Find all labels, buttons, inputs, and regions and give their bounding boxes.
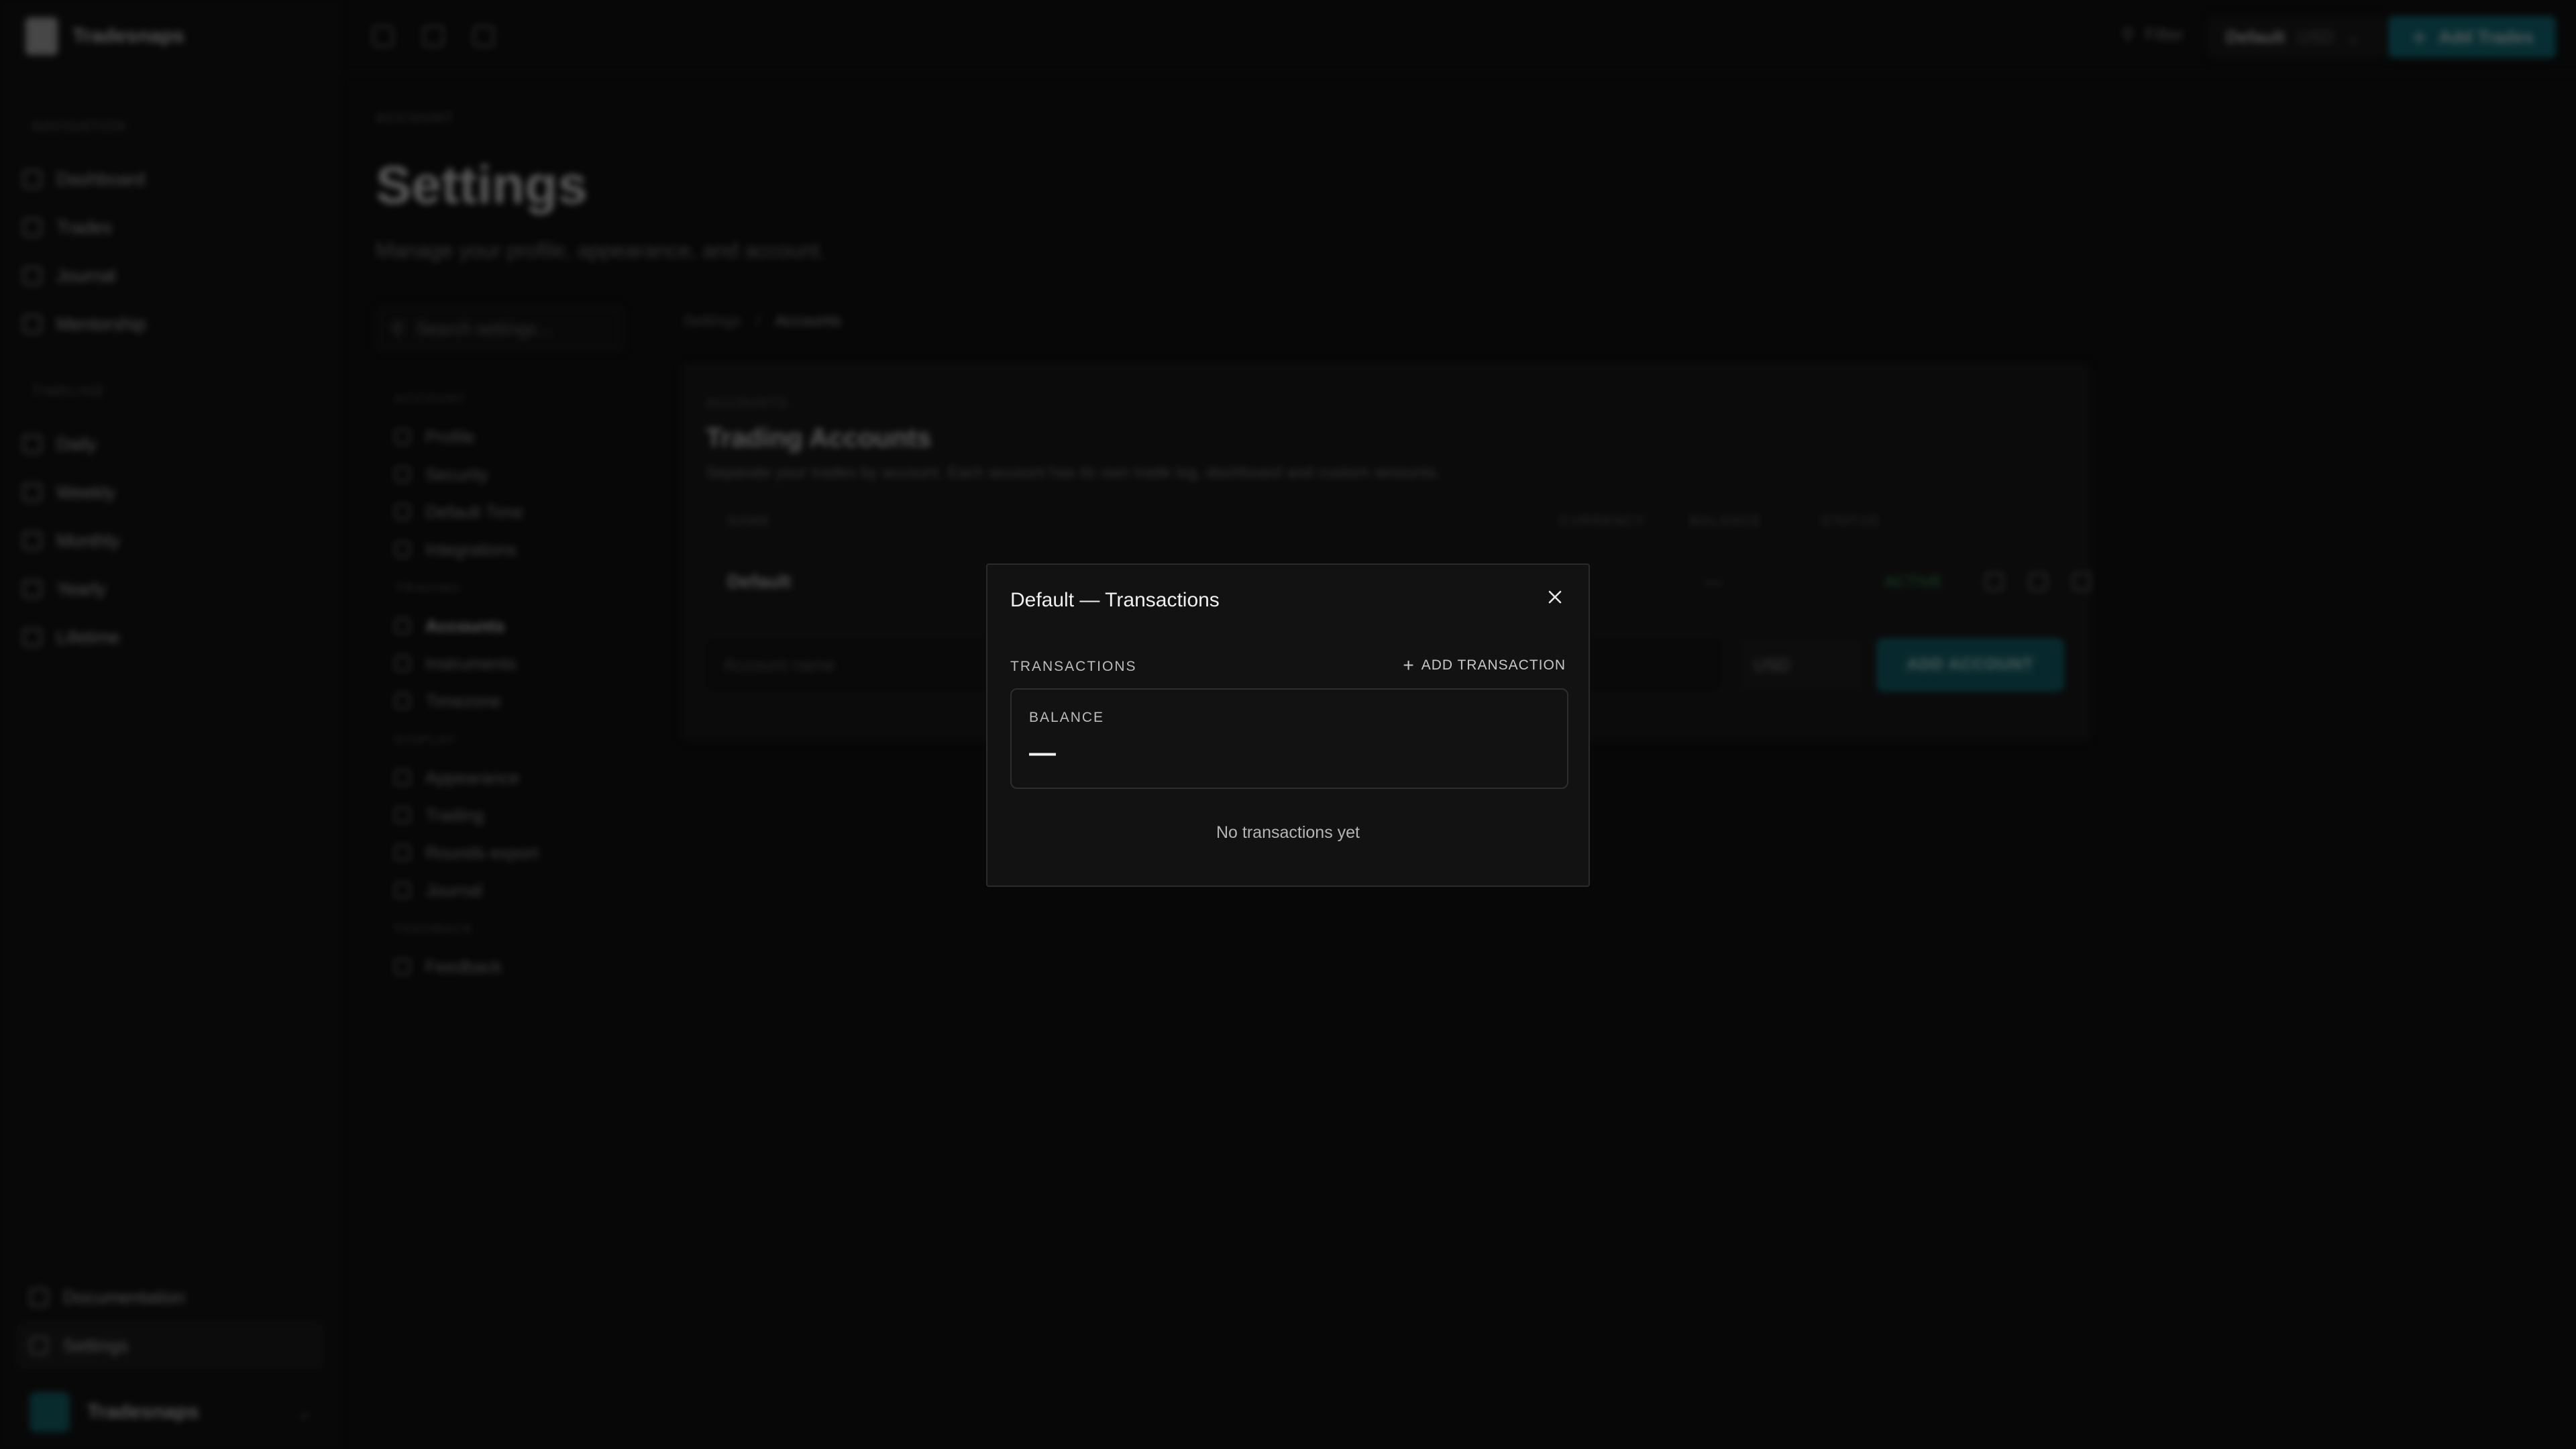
balance-value: — <box>1029 738 1056 767</box>
close-icon <box>1548 590 1562 604</box>
transactions-modal: Default — Transactions TRANSACTIONS + AD… <box>986 564 1590 887</box>
balance-panel: BALANCE — <box>1010 688 1568 789</box>
add-transaction-label: ADD TRANSACTION <box>1421 657 1566 673</box>
balance-label: BALANCE <box>1029 710 1105 725</box>
close-button[interactable] <box>1540 582 1570 612</box>
empty-state-message: No transactions yet <box>1216 823 1360 842</box>
transactions-section-label: TRANSACTIONS <box>1010 659 1137 674</box>
add-transaction-button[interactable]: + ADD TRANSACTION <box>1403 655 1566 676</box>
plus-icon: + <box>1403 655 1415 676</box>
modal-title: Default — Transactions <box>1010 589 1220 611</box>
